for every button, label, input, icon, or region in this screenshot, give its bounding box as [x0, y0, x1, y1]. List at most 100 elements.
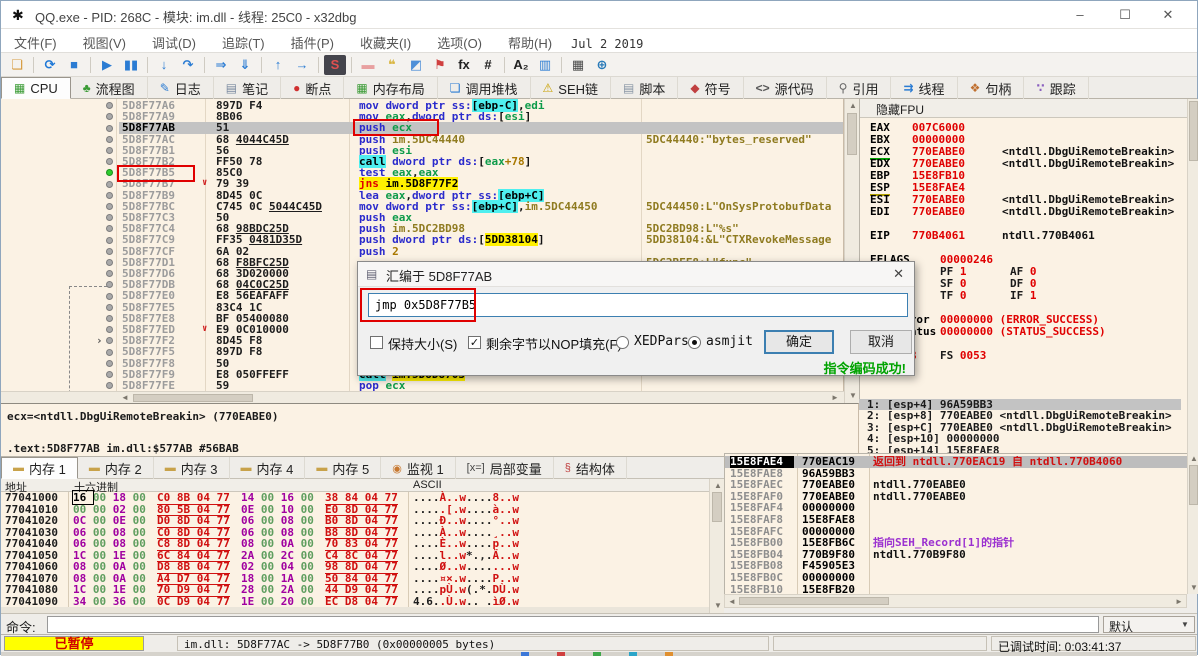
breakpoint-dot[interactable] [106, 169, 113, 177]
registers-scrollbar[interactable] [1187, 99, 1198, 456]
animate-over-icon[interactable]: ⇓ [234, 55, 256, 75]
tab-locals[interactable]: [x=] 局部变量 [456, 457, 554, 479]
row-dot[interactable] [106, 158, 113, 166]
dump-row[interactable]: 77041090 34 00 36 00 0C D9 04 77 1E 00 20 0… [1, 595, 709, 608]
scroll-down-icon[interactable]: ▼ [1190, 582, 1198, 594]
restart-icon[interactable]: ⟳ [39, 55, 61, 75]
argument-row[interactable]: 3: [esp+C] 770EABE0 <ntdll.DbgUiRemoteBr… [859, 422, 1181, 433]
stop-icon[interactable]: ■ [63, 55, 85, 75]
tab-cpu[interactable]: ▦ CPU [1, 77, 71, 99]
tab-notes[interactable]: ▤ 笔记 [214, 77, 282, 99]
ok-button[interactable]: 确定 [764, 330, 834, 354]
register-row[interactable]: EDX 770EABE0 <ntdll.DbgUiRemoteBreakin> [860, 158, 1187, 170]
tab-struct[interactable]: § 结构体 [554, 457, 627, 479]
scroll-down-icon[interactable]: ▼ [714, 600, 722, 612]
scroll-left-icon[interactable]: ◄ [728, 596, 736, 608]
menu-item-视图V[interactable]: 视图(V) [70, 29, 139, 53]
register-value[interactable]: 00000000 (STATUS_SUCCESS) [940, 326, 1106, 338]
chevron-down-icon[interactable]: ▼ [1181, 620, 1189, 629]
register-value[interactable]: 770B4061 [912, 230, 965, 242]
memory-dump-pane[interactable]: 77041000 16 00 18 00 C0 8B 04 77 14 00 16 0… [1, 490, 709, 608]
row-dot[interactable] [106, 180, 113, 188]
register-row[interactable]: EAX 007C6000 [860, 122, 1187, 134]
row-dot[interactable] [106, 225, 113, 233]
stack-pane[interactable]: 15E8FAE4 770EAC19 返回到 ntdll.770EAC19 自 ntd… [724, 453, 1187, 594]
scroll-up-icon[interactable]: ▲ [1190, 453, 1198, 465]
row-dot[interactable] [106, 113, 113, 121]
font-icon[interactable]: A₂ [510, 55, 532, 75]
flag-FS[interactable]: FS 0053 [940, 350, 986, 362]
minimize-button[interactable]: – [1063, 3, 1097, 27]
menu-item-收藏夹I[interactable]: 收藏夹(I) [347, 29, 424, 53]
disasm-row[interactable]: 5D8F77C9 FF35 0481D35D push dword ptr ds:[… [1, 233, 843, 247]
register-row[interactable]: EIP 770B4061 ntdll.770B4061 [860, 230, 1187, 242]
row-dot[interactable] [106, 270, 113, 278]
disasm-horizontal-scrollbar[interactable]: ◄ ► [1, 391, 844, 403]
nop-fill-checkbox[interactable]: ✓ [468, 336, 481, 349]
menu-item-选项O[interactable]: 选项(O) [424, 29, 495, 53]
tab-handles[interactable]: ❖ 句柄 [958, 77, 1025, 99]
register-row[interactable]: EBP 15E8FB10 [860, 170, 1187, 182]
tab-threads[interactable]: ⇉ 线程 [891, 77, 958, 99]
row-dot[interactable] [106, 348, 113, 356]
command-input[interactable] [47, 616, 1099, 633]
maximize-button[interactable]: ☐ [1108, 3, 1142, 27]
report-icon[interactable]: ▥ [534, 55, 556, 75]
close-button[interactable]: ✕ [1151, 3, 1185, 27]
row-dot[interactable] [106, 191, 113, 199]
animate-into-icon[interactable]: ⇒ [210, 55, 232, 75]
run-to-user-code-icon[interactable]: → [291, 55, 313, 75]
disasm-row[interactable]: 5D8F77FE 59 pop ecx [1, 380, 843, 391]
dialog-title-bar[interactable]: ▤ 汇编于 5D8F77AB ✕ [358, 262, 914, 287]
scroll-thumb[interactable] [739, 597, 889, 605]
row-dot[interactable] [106, 281, 113, 289]
tab-references[interactable]: ⚲ 引用 [827, 77, 892, 99]
run-icon[interactable]: ▶ [96, 55, 118, 75]
pause-icon[interactable]: ▮▮ [120, 55, 142, 75]
label-icon[interactable]: ◩ [405, 55, 427, 75]
row-dot[interactable] [106, 102, 113, 110]
menu-item-调试D[interactable]: 调试(D) [139, 29, 209, 53]
patch-icon[interactable]: ▬ [357, 55, 379, 75]
stack-row[interactable]: 15E8FB0C 00000000 [725, 572, 1187, 584]
stack-row[interactable]: 15E8FB08 F45905E3 [725, 560, 1187, 572]
row-dot[interactable] [106, 314, 113, 322]
stack-row[interactable]: 15E8FAE4 770EAC19 返回到 ntdll.770EAC19 自 ntd… [725, 456, 1187, 468]
tab-log[interactable]: ✎ 日志 [148, 77, 214, 99]
tab-dump-5[interactable]: ▬ 内存 5 [305, 457, 382, 479]
stack-row[interactable]: 15E8FB04 770B9F80 ntdll.770B9F80 [725, 549, 1187, 561]
row-dot[interactable] [106, 247, 113, 255]
stack-row[interactable]: 15E8FAEC 770EABE0 ntdll.770EABE0 [725, 479, 1187, 491]
register-row[interactable]: EDI 770EABE0 <ntdll.DbgUiRemoteBreakin> [860, 206, 1187, 218]
function-icon[interactable]: fx [453, 55, 475, 75]
scroll-right-icon[interactable]: ► [1175, 596, 1183, 608]
hide-fpu-button[interactable]: 隐藏FPU [860, 99, 1187, 118]
row-dot[interactable] [106, 303, 113, 311]
row-dot[interactable] [106, 146, 113, 154]
row-dot[interactable] [106, 135, 113, 143]
tab-graph[interactable]: ♣ 流程图 [71, 77, 148, 99]
row-dot[interactable] [106, 202, 113, 210]
row-dot[interactable] [106, 382, 113, 390]
stack-row[interactable]: 15E8FAFC 00000000 [725, 525, 1187, 538]
comment-icon[interactable]: ❝ [381, 55, 403, 75]
execute-till-return-icon[interactable]: ↑ [267, 55, 289, 75]
website-icon[interactable]: ⊕ [591, 55, 613, 75]
register-value[interactable]: 770EABE0 [912, 206, 965, 218]
tab-breakpoints[interactable]: ● 断点 [281, 77, 345, 99]
row-dot[interactable] [106, 236, 113, 244]
menu-item-追踪T[interactable]: 追踪(T) [209, 29, 278, 53]
tab-dump-3[interactable]: ▬ 内存 3 [154, 457, 230, 479]
stack-vertical-scrollbar[interactable]: ▲ ▼ [1187, 453, 1198, 594]
scroll-up-icon[interactable]: ▲ [714, 480, 722, 492]
tab-call-stack[interactable]: ❏ 调用堆栈 [438, 77, 531, 99]
stack-row[interactable]: 15E8FB00 15E8FB6C 指向SEH_Record[1]的指针 [725, 537, 1187, 549]
argument-row[interactable]: 1: [esp+4] 96A59BB3 [859, 399, 1181, 411]
row-dot[interactable] [106, 214, 113, 222]
row-dot[interactable] [106, 258, 113, 266]
asmjit-radio[interactable] [688, 336, 701, 349]
stack-row[interactable]: 15E8FB10 15E8FB20 [725, 583, 1187, 594]
hash-icon[interactable]: # [477, 55, 499, 75]
tab-seh-chain[interactable]: ⚠ SEH链 [531, 77, 612, 99]
scroll-thumb[interactable] [1189, 465, 1198, 505]
